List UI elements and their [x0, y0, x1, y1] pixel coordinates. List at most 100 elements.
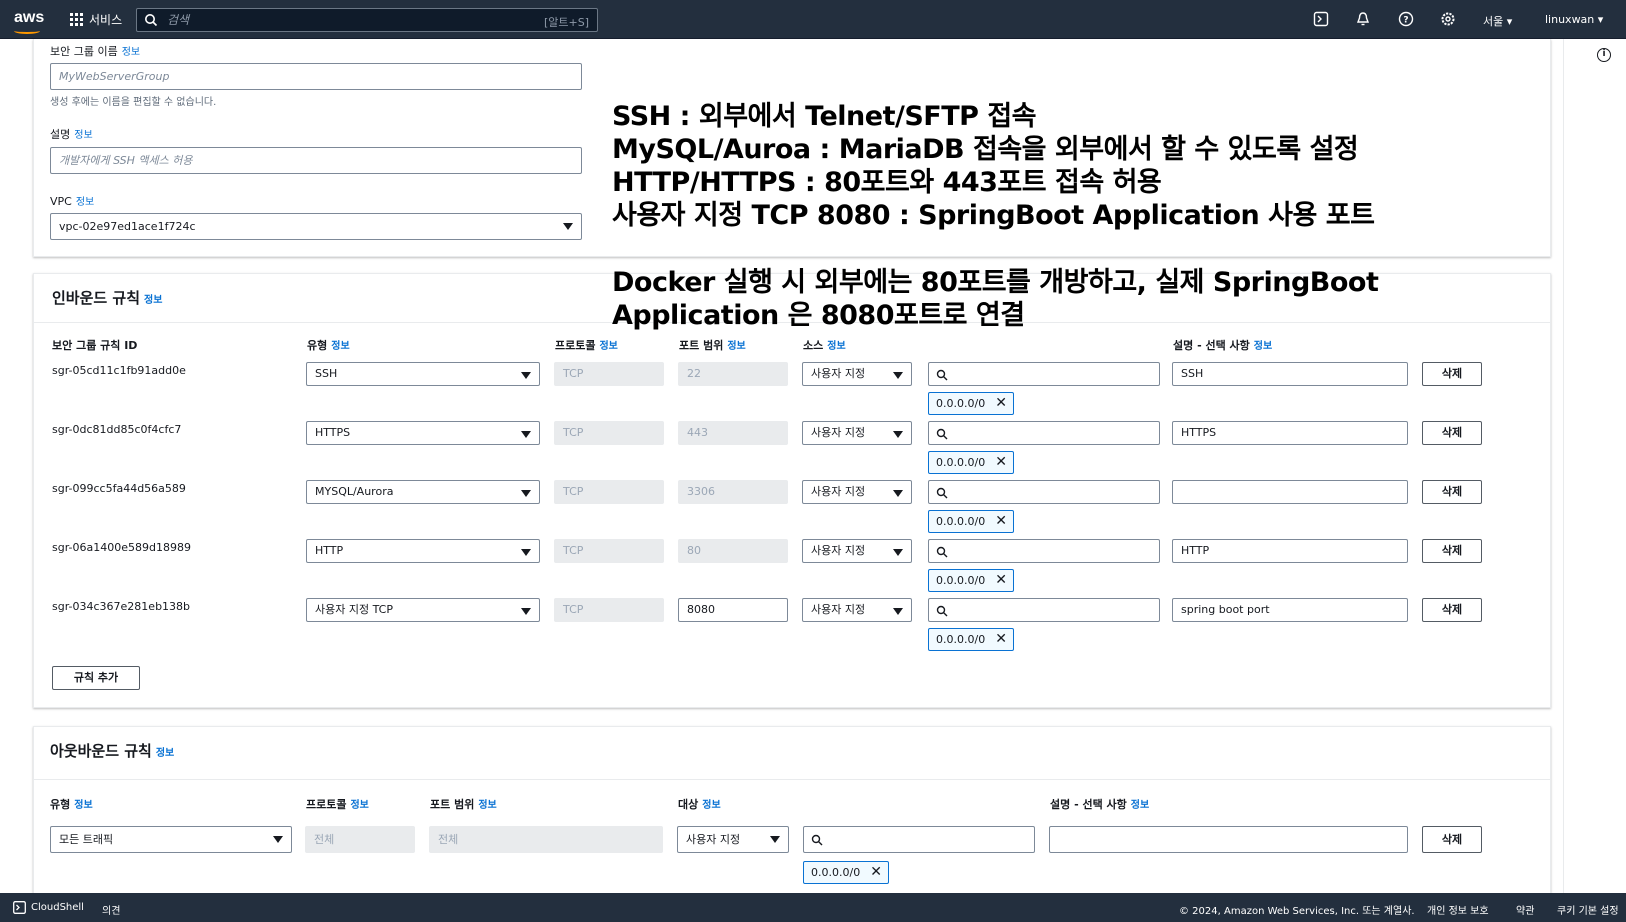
close-icon[interactable]: ✕: [995, 393, 1007, 414]
info-link[interactable]: 정보: [144, 295, 162, 306]
description-input[interactable]: 개발자에게 SSH 액세스 허용: [50, 147, 582, 174]
search-icon: [936, 546, 948, 558]
protocol-field: TCP: [554, 480, 664, 504]
inbound-title: 인바운드 규칙 정보: [52, 289, 163, 307]
services-label: 서비스: [89, 13, 123, 27]
info-link[interactable]: 정보: [74, 130, 92, 141]
sg-name-input[interactable]: MyWebServerGroup: [50, 63, 582, 90]
cidr-search-input[interactable]: [928, 539, 1160, 563]
cidr-token: 0.0.0.0/0 ✕: [928, 628, 1014, 651]
search-input[interactable]: [167, 11, 507, 29]
bell-icon[interactable]: [1355, 11, 1371, 27]
type-select[interactable]: SSH: [306, 362, 540, 386]
delete-rule-button[interactable]: 삭제: [1422, 539, 1482, 563]
aws-logo[interactable]: aws: [14, 9, 45, 34]
info-panel-icon[interactable]: i: [1597, 48, 1611, 62]
delete-rule-button[interactable]: 삭제: [1422, 362, 1482, 386]
source-select[interactable]: 사용자 지정: [802, 362, 912, 386]
info-link[interactable]: 정보: [827, 341, 845, 352]
rule-description-input[interactable]: SSH: [1172, 362, 1408, 386]
global-search-box[interactable]: [알트+S]: [136, 8, 598, 32]
port-range-field[interactable]: 8080: [678, 598, 788, 622]
info-link[interactable]: 정보: [702, 800, 720, 811]
outbound-type-select[interactable]: 모든 트래픽: [50, 826, 292, 853]
cookie-preferences-link[interactable]: 쿠키 기본 설정: [1557, 902, 1619, 917]
source-select[interactable]: 사용자 지정: [802, 598, 912, 622]
info-link[interactable]: 정보: [478, 800, 496, 811]
add-rule-button[interactable]: 규칙 추가: [52, 666, 140, 690]
close-icon[interactable]: ✕: [995, 452, 1007, 473]
logo-text: aws: [14, 9, 45, 26]
rule-description-input[interactable]: HTTPS: [1172, 421, 1408, 445]
right-utility-rail: [1563, 39, 1626, 893]
chevron-down-icon: [273, 836, 283, 843]
type-select[interactable]: HTTP: [306, 539, 540, 563]
rule-description-input[interactable]: HTTP: [1172, 539, 1408, 563]
settings-icon[interactable]: [1440, 11, 1456, 27]
help-icon[interactable]: ?: [1398, 11, 1414, 27]
cloudshell-icon[interactable]: [1313, 11, 1329, 27]
rule-id: sgr-06a1400e589d18989: [52, 541, 191, 554]
source-select[interactable]: 사용자 지정: [802, 480, 912, 504]
chevron-down-icon: [893, 549, 903, 556]
close-icon[interactable]: ✕: [995, 570, 1007, 591]
type-select[interactable]: HTTPS: [306, 421, 540, 445]
info-link[interactable]: 정보: [1131, 800, 1149, 811]
port-range-field: 22: [678, 362, 788, 386]
region-selector[interactable]: 서울 ▾: [1483, 13, 1512, 29]
annotation-line: Application 은 8080포트로 연결: [612, 300, 1025, 331]
close-icon[interactable]: ✕: [995, 511, 1007, 532]
cidr-token: 0.0.0.0/0 ✕: [928, 510, 1014, 533]
search-icon: [936, 605, 948, 617]
info-link[interactable]: 정보: [74, 800, 92, 811]
info-link[interactable]: 정보: [1254, 341, 1272, 352]
terms-link[interactable]: 약관: [1516, 902, 1534, 917]
search-icon: [936, 428, 948, 440]
delete-rule-button[interactable]: 삭제: [1422, 598, 1482, 622]
feedback-link[interactable]: 의견: [102, 902, 120, 917]
vpc-select[interactable]: vpc-02e97ed1ace1f724c: [50, 213, 582, 240]
cidr-token: 0.0.0.0/0 ✕: [928, 392, 1014, 415]
info-link[interactable]: 정보: [331, 341, 349, 352]
info-link[interactable]: 정보: [350, 800, 368, 811]
cidr-search-input[interactable]: [928, 421, 1160, 445]
sg-name-hint: 생성 후에는 이름을 편집할 수 없습니다.: [50, 97, 217, 108]
account-menu[interactable]: linuxwan ▾: [1545, 13, 1603, 26]
source-select[interactable]: 사용자 지정: [802, 421, 912, 445]
cidr-search-input[interactable]: [928, 362, 1160, 386]
close-icon[interactable]: ✕: [995, 629, 1007, 650]
info-link[interactable]: 정보: [156, 748, 174, 759]
info-link[interactable]: 정보: [599, 341, 617, 352]
rule-description-input[interactable]: [1172, 480, 1408, 504]
dest-cidr-search-input[interactable]: [803, 826, 1035, 853]
col-header-port: 포트 범위 정보: [679, 339, 746, 352]
outbound-description-input[interactable]: [1049, 826, 1408, 853]
chevron-down-icon: [893, 608, 903, 615]
annotation-line: 사용자 지정 TCP 8080 : SpringBoot Application…: [612, 200, 1375, 231]
search-icon: [936, 487, 948, 499]
cidr-search-input[interactable]: [928, 480, 1160, 504]
protocol-field: TCP: [554, 539, 664, 563]
port-range-field: 443: [678, 421, 788, 445]
delete-rule-button[interactable]: 삭제: [1422, 826, 1482, 853]
close-icon[interactable]: ✕: [870, 862, 882, 883]
delete-rule-button[interactable]: 삭제: [1422, 421, 1482, 445]
col-header-protocol: 프로토콜 정보: [306, 798, 369, 811]
type-select[interactable]: MYSQL/Aurora: [306, 480, 540, 504]
cloudshell-link[interactable]: CloudShell: [31, 902, 84, 913]
col-header-desc: 설명 - 선택 사항 정보: [1050, 798, 1150, 811]
source-select[interactable]: 사용자 지정: [802, 539, 912, 563]
type-select[interactable]: 사용자 지정 TCP: [306, 598, 540, 622]
services-menu-button[interactable]: 서비스: [70, 11, 122, 28]
vpc-value: vpc-02e97ed1ace1f724c: [59, 220, 196, 233]
col-header-port: 포트 범위 정보: [430, 798, 497, 811]
destination-select[interactable]: 사용자 지정: [677, 826, 789, 853]
info-link[interactable]: 정보: [727, 341, 745, 352]
info-link[interactable]: 정보: [76, 197, 94, 208]
delete-rule-button[interactable]: 삭제: [1422, 480, 1482, 504]
cidr-search-input[interactable]: [928, 598, 1160, 622]
rule-id: sgr-05cd11c1fb91add0e: [52, 364, 186, 377]
rule-description-input[interactable]: spring boot port: [1172, 598, 1408, 622]
privacy-link[interactable]: 개인 정보 보호: [1427, 902, 1489, 917]
info-link[interactable]: 정보: [122, 47, 140, 58]
